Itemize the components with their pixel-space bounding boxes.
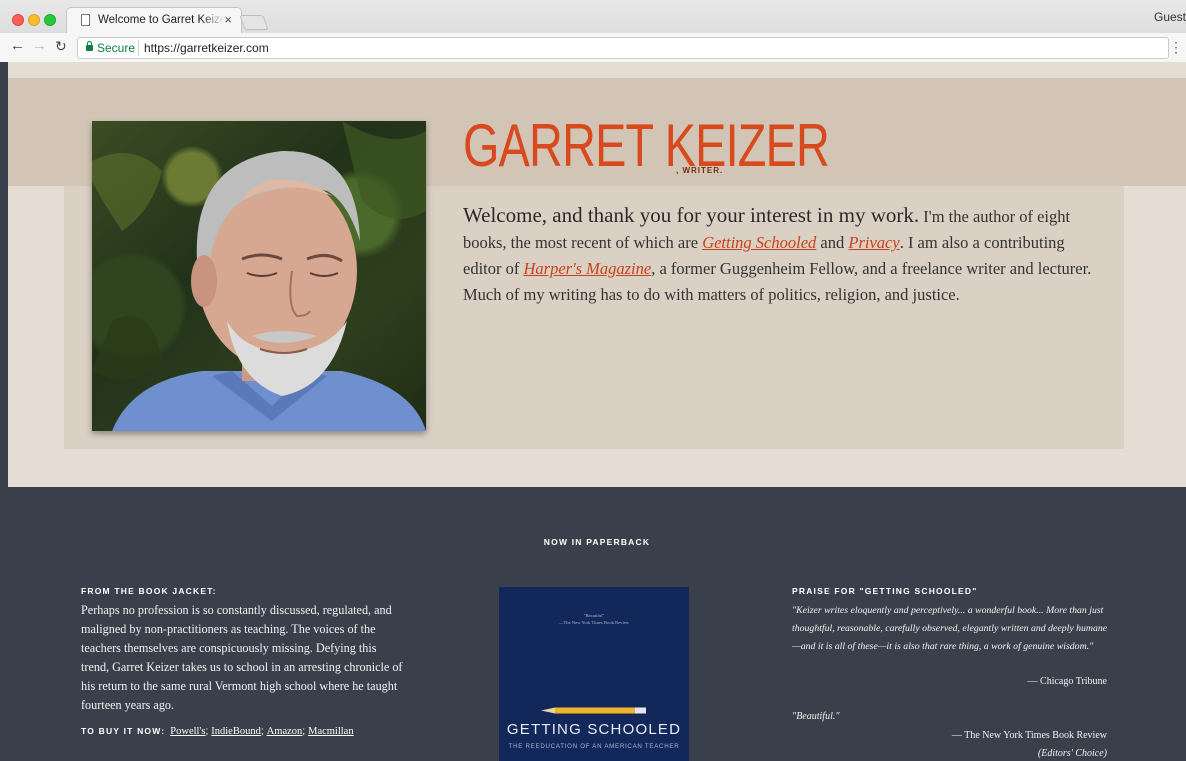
hero-section: GARRET KEIZER , WRITER. Welcome, and tha… xyxy=(8,62,1186,487)
reload-icon[interactable]: ↻ xyxy=(55,37,67,55)
cover-quote-text: "Beautiful" xyxy=(583,613,605,618)
page-icon xyxy=(81,14,90,26)
jacket-heading: FROM THE BOOK JACKET: xyxy=(81,586,217,596)
praise-note-editors-choice: (Editors' Choice) xyxy=(1037,748,1107,759)
intro-lead: Welcome, and thank you for your interest… xyxy=(463,203,920,227)
minimize-window-button[interactable] xyxy=(28,14,40,26)
buy-separator: ; xyxy=(302,725,306,737)
lock-icon xyxy=(86,41,93,51)
book-cover[interactable]: "Beautiful" —The New York Times Book Rev… xyxy=(499,587,689,761)
maximize-window-button[interactable] xyxy=(44,14,56,26)
buy-links: TO BUY IT NOW: Powell's; IndieBound; Ama… xyxy=(81,725,354,737)
praise-attribution-chicago: — Chicago Tribune xyxy=(1027,676,1107,687)
macmillan-link[interactable]: Macmillan xyxy=(308,726,354,737)
author-portrait xyxy=(92,121,426,431)
praise-quote-chicago: "Keizer writes eloquently and perceptive… xyxy=(792,605,1108,652)
url-divider xyxy=(138,41,139,55)
menu-icon[interactable]: ⋮ xyxy=(1169,39,1183,56)
close-window-button[interactable] xyxy=(12,14,24,26)
privacy-link[interactable]: Privacy xyxy=(848,233,899,252)
site-tagline: , WRITER. xyxy=(676,166,724,175)
forward-arrow-icon[interactable]: → xyxy=(32,37,47,55)
buy-separator: ; xyxy=(205,725,209,737)
intro-paragraph: Welcome, and thank you for your interest… xyxy=(463,202,1103,308)
praise-heading: PRAISE FOR "GETTING SCHOOLED" xyxy=(792,586,978,596)
praise-attribution-nyt: — The New York Times Book Review xyxy=(951,730,1107,741)
pencil-icon xyxy=(541,707,646,714)
address-bar[interactable]: Secure https://garretkeizer.com xyxy=(77,37,1169,59)
getting-schooled-link[interactable]: Getting Schooled xyxy=(702,233,816,252)
intro-text-2: and xyxy=(816,233,849,252)
cover-title: GETTING SCHOOLED xyxy=(506,721,682,738)
profile-label[interactable]: Guest xyxy=(1154,10,1186,24)
amazon-link[interactable]: Amazon xyxy=(267,726,303,737)
buy-label: TO BUY IT NOW: xyxy=(81,726,166,736)
harpers-magazine-link[interactable]: Harper's Magazine xyxy=(523,259,651,278)
secure-label: Secure xyxy=(97,41,136,55)
praise-quote-nyt: "Beautiful." xyxy=(792,711,840,722)
back-arrow-icon[interactable]: ← xyxy=(10,37,25,55)
url-text[interactable]: https://garretkeizer.com xyxy=(144,41,269,55)
jacket-text: Perhaps no profession is so constantly d… xyxy=(81,603,403,712)
tab-title: Welcome to Garret Keizer's official webs… xyxy=(98,14,224,26)
browser-chrome: Welcome to Garret Keizer's official webs… xyxy=(0,0,1186,62)
paperback-section: NOW IN PAPERBACK FROM THE BOOK JACKET: P… xyxy=(8,487,1186,761)
tab-strip: Welcome to Garret Keizer's official webs… xyxy=(0,0,1186,33)
site-title: GARRET KEIZER xyxy=(463,112,830,179)
indiebound-link[interactable]: IndieBound xyxy=(211,726,261,737)
paperback-heading: NOW IN PAPERBACK xyxy=(543,537,651,547)
close-icon[interactable]: × xyxy=(224,12,232,28)
cover-quote: "Beautiful" —The New York Times Book Rev… xyxy=(499,612,689,626)
browser-tab[interactable]: Welcome to Garret Keizer's official webs… xyxy=(66,7,242,33)
new-tab-button[interactable] xyxy=(239,15,269,30)
powells-link[interactable]: Powell's xyxy=(170,726,205,737)
browser-toolbar: ← → ↻ Secure https://garretkeizer.com xyxy=(0,33,1186,62)
buy-separator: ; xyxy=(260,725,264,737)
cover-subtitle: THE REEDUCATION OF AN AMERICAN TEACHER xyxy=(508,743,680,750)
cover-quote-source: —The New York Times Book Review xyxy=(558,620,630,625)
